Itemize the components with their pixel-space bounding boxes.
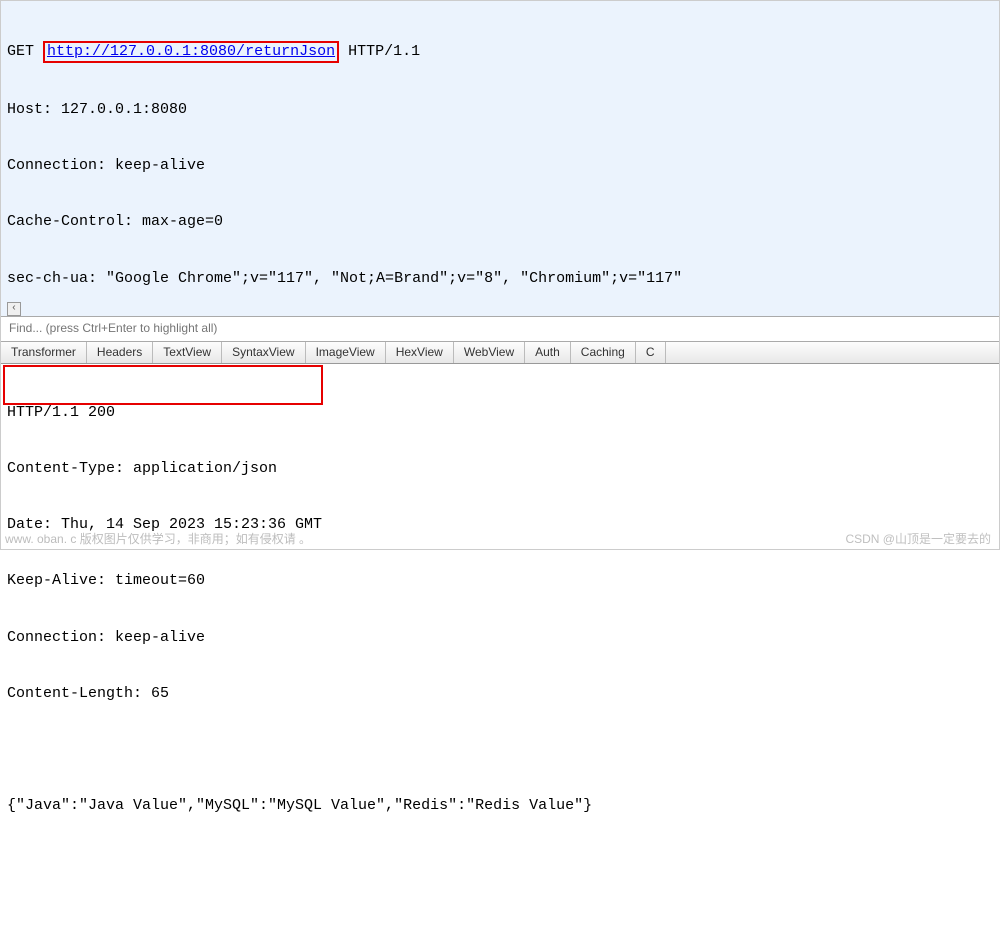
tab-textview[interactable]: TextView [153,342,222,363]
request-header-row: sec-ch-ua: "Google Chrome";v="117", "Not… [7,270,993,289]
request-line: GET http://127.0.0.1:8080/returnJson HTT… [7,41,993,64]
highlight-url-box: http://127.0.0.1:8080/returnJson [43,41,339,64]
tab-imageview[interactable]: ImageView [306,342,386,363]
blank-line [7,741,993,759]
watermark-text: www. oban. c 版权图片仅供学习，非商用；如有侵权请 。 [5,532,311,547]
tab-webview[interactable]: WebView [454,342,525,363]
tab-cookies-cut[interactable]: C [636,342,666,363]
tab-syntaxview[interactable]: SyntaxView [222,342,305,363]
find-bar [1,316,999,342]
csdn-attribution: CSDN @山顶是一定要去的 [845,532,991,547]
tab-transformer[interactable]: Transformer [1,342,87,363]
response-content-type: Content-Type: application/json [7,460,993,479]
request-header-row: Host: 127.0.0.1:8080 [7,101,993,120]
tab-auth[interactable]: Auth [525,342,571,363]
response-header-row: Content-Length: 65 [7,685,993,704]
find-input[interactable] [7,320,993,336]
request-header-row: Cache-Control: max-age=0 [7,213,993,232]
scroll-left-icon[interactable]: ‹ [7,302,21,316]
response-header-row: Keep-Alive: timeout=60 [7,572,993,591]
response-body: {"Java":"Java Value","MySQL":"MySQL Valu… [7,797,993,816]
request-headers-pane: GET http://127.0.0.1:8080/returnJson HTT… [1,1,999,316]
http-method: GET [7,43,34,60]
response-tabs: Transformer Headers TextView SyntaxView … [1,342,999,364]
request-header-row: Connection: keep-alive [7,157,993,176]
response-pane: HTTP/1.1 200 Content-Type: application/j… [1,364,999,549]
highlight-content-type-box [3,365,323,405]
tab-caching[interactable]: Caching [571,342,636,363]
http-protocol: HTTP/1.1 [348,43,420,60]
request-url-link[interactable]: http://127.0.0.1:8080/returnJson [47,43,335,60]
tab-hexview[interactable]: HexView [386,342,454,363]
tab-headers[interactable]: Headers [87,342,153,363]
response-header-row: Connection: keep-alive [7,629,993,648]
response-status-line: HTTP/1.1 200 [7,404,993,423]
